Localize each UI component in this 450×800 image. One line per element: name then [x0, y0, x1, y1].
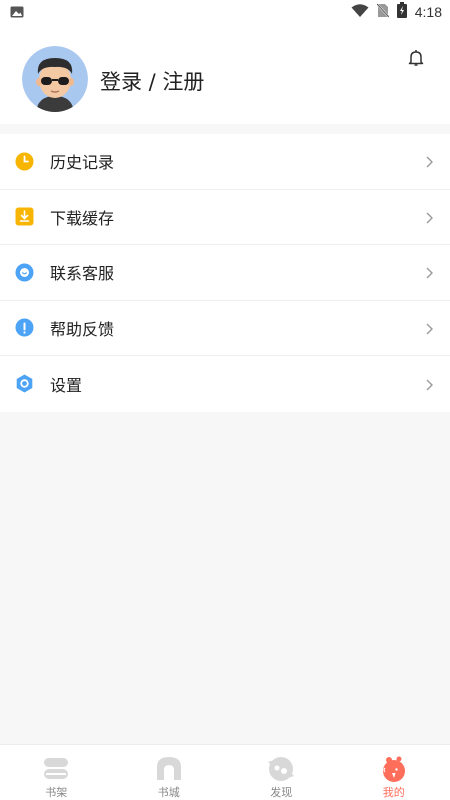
- tab-mine[interactable]: 我的: [338, 745, 450, 800]
- settings-icon: [15, 374, 34, 393]
- menu-item-download[interactable]: 下载缓存: [0, 190, 450, 245]
- menu-item-label: 联系客服: [50, 264, 115, 284]
- menu-item-help-feedback[interactable]: 帮助反馈: [0, 301, 450, 356]
- login-register-link[interactable]: 登录 / 注册: [100, 66, 204, 96]
- mine-icon: [379, 755, 409, 783]
- tab-label: 书城: [157, 786, 180, 799]
- discover-icon: [266, 755, 296, 783]
- image-notification-icon: [10, 3, 24, 22]
- chevron-right-icon: [424, 210, 434, 224]
- wifi-icon: [351, 3, 369, 22]
- tab-discover[interactable]: 发现: [225, 745, 338, 800]
- chevron-right-icon: [424, 154, 434, 168]
- chevron-right-icon: [424, 321, 434, 335]
- bookshelf-icon: [41, 755, 71, 783]
- menu-item-label: 帮助反馈: [50, 319, 115, 339]
- menu-item-customer-service[interactable]: 联系客服: [0, 245, 450, 301]
- clock-icon: [15, 152, 34, 171]
- chevron-right-icon: [424, 377, 434, 391]
- tab-bookshelf[interactable]: 书架: [0, 745, 113, 800]
- bottom-tab-bar: 书架 书城 发现 我的: [0, 744, 450, 800]
- battery-icon: [396, 2, 407, 22]
- menu-item-label: 设置: [50, 375, 83, 395]
- chevron-right-icon: [424, 265, 434, 279]
- tab-label: 我的: [382, 786, 405, 799]
- profile-header: 登录 / 注册: [0, 24, 450, 124]
- avatar[interactable]: [22, 46, 88, 112]
- status-bar: 4:18: [0, 0, 450, 24]
- menu-list: 历史记录 下载缓存 联系客服 帮助反馈 设置: [0, 134, 450, 412]
- status-time: 4:18: [414, 4, 442, 20]
- tab-label: 书架: [45, 786, 68, 799]
- bell-icon[interactable]: [406, 48, 426, 68]
- bookstore-icon: [154, 755, 184, 783]
- no-sim-icon: [376, 2, 390, 22]
- tab-label: 发现: [270, 786, 293, 799]
- info-icon: [15, 318, 34, 337]
- menu-item-label: 历史记录: [50, 153, 115, 173]
- menu-item-history[interactable]: 历史记录: [0, 134, 450, 190]
- smile-icon: [15, 263, 34, 282]
- tab-bookstore[interactable]: 书城: [113, 745, 226, 800]
- menu-item-label: 下载缓存: [50, 208, 115, 228]
- download-icon: [15, 207, 34, 226]
- menu-item-settings[interactable]: 设置: [0, 356, 450, 412]
